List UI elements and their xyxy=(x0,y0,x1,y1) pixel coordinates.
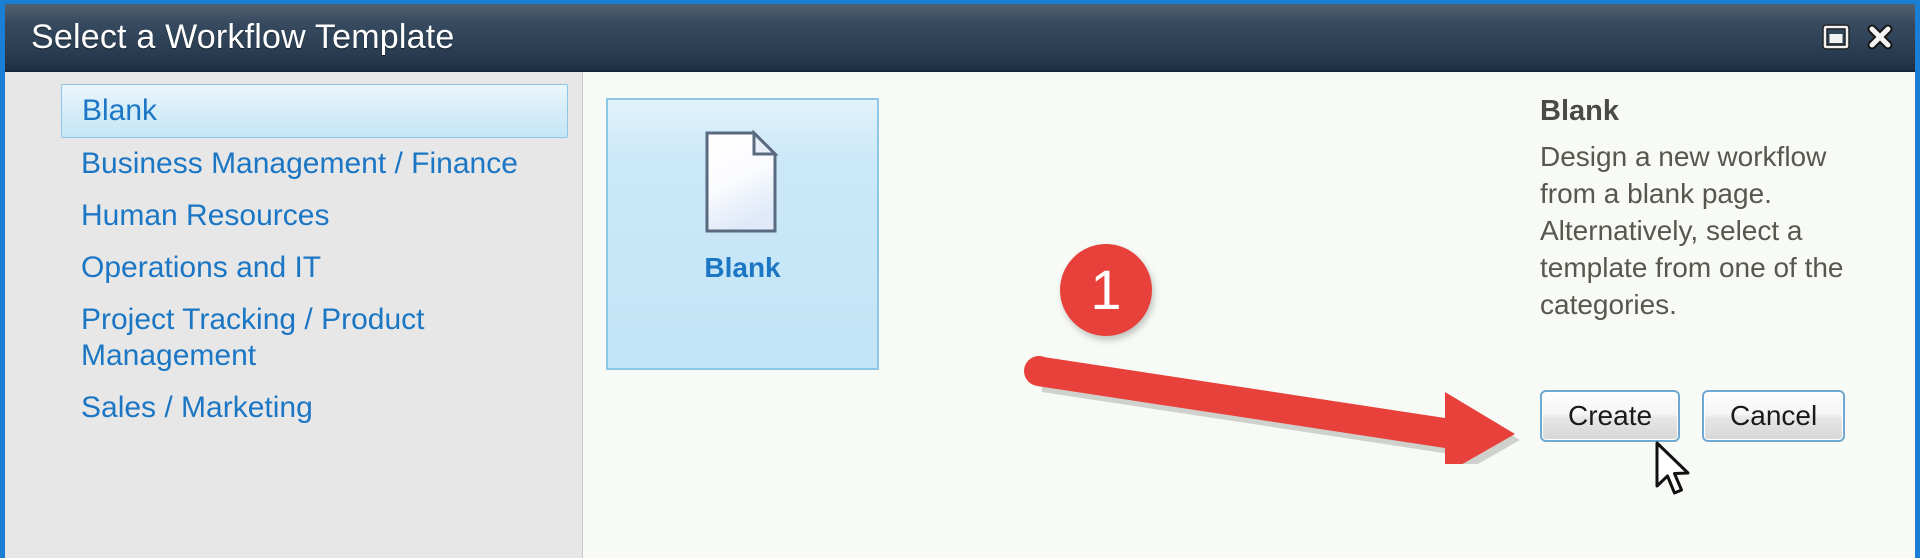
dialog-titlebar: Select a Workflow Template xyxy=(5,4,1915,72)
annotation-step-badge-1: 1 xyxy=(1060,244,1152,336)
category-sidebar: Blank Business Management / Finance Huma… xyxy=(5,72,583,558)
description-title: Blank xyxy=(1540,95,1619,127)
template-tile-blank[interactable]: Blank xyxy=(606,98,879,370)
sidebar-item-label: Human Resources xyxy=(81,199,330,232)
dialog-title: Select a Workflow Template xyxy=(31,18,455,56)
sidebar-item-label: Operations and IT xyxy=(81,251,322,284)
sidebar-item-blank[interactable]: Blank xyxy=(61,84,568,138)
template-description-panel: Blank Design a new workflow from a blank… xyxy=(1540,94,1870,323)
sidebar-item-label: Business Management / Finance xyxy=(81,147,518,180)
cancel-button[interactable]: Cancel xyxy=(1702,390,1846,442)
description-body: Design a new workflow from a blank page.… xyxy=(1540,141,1844,320)
restore-window-button[interactable] xyxy=(1819,20,1853,54)
template-tile-label: Blank xyxy=(704,252,781,283)
sidebar-item-business-management-finance[interactable]: Business Management / Finance xyxy=(61,138,568,190)
sidebar-item-label: Sales / Marketing xyxy=(81,391,313,424)
restore-window-icon xyxy=(1822,24,1850,50)
workflow-template-dialog: Select a Workflow Template Blank Busines… xyxy=(0,0,1920,558)
blank-document-icon xyxy=(705,130,779,233)
sidebar-item-label: Blank xyxy=(82,94,158,127)
template-gallery: Blank Blank Design a new workflow from a… xyxy=(584,72,1915,558)
sidebar-item-project-tracking-product-management[interactable]: Project Tracking / Product Management xyxy=(61,294,568,382)
sidebar-item-human-resources[interactable]: Human Resources xyxy=(61,190,568,242)
create-button[interactable]: Create xyxy=(1540,390,1681,442)
close-window-button[interactable] xyxy=(1863,20,1897,54)
sidebar-item-label: Project Tracking / Product Management xyxy=(81,303,425,372)
sidebar-item-operations-and-it[interactable]: Operations and IT xyxy=(61,242,568,294)
close-icon xyxy=(1867,24,1893,50)
dialog-button-row: Create Cancel xyxy=(1540,390,1910,442)
sidebar-item-sales-marketing[interactable]: Sales / Marketing xyxy=(61,382,568,434)
dialog-content: Blank Business Management / Finance Huma… xyxy=(5,72,1915,558)
